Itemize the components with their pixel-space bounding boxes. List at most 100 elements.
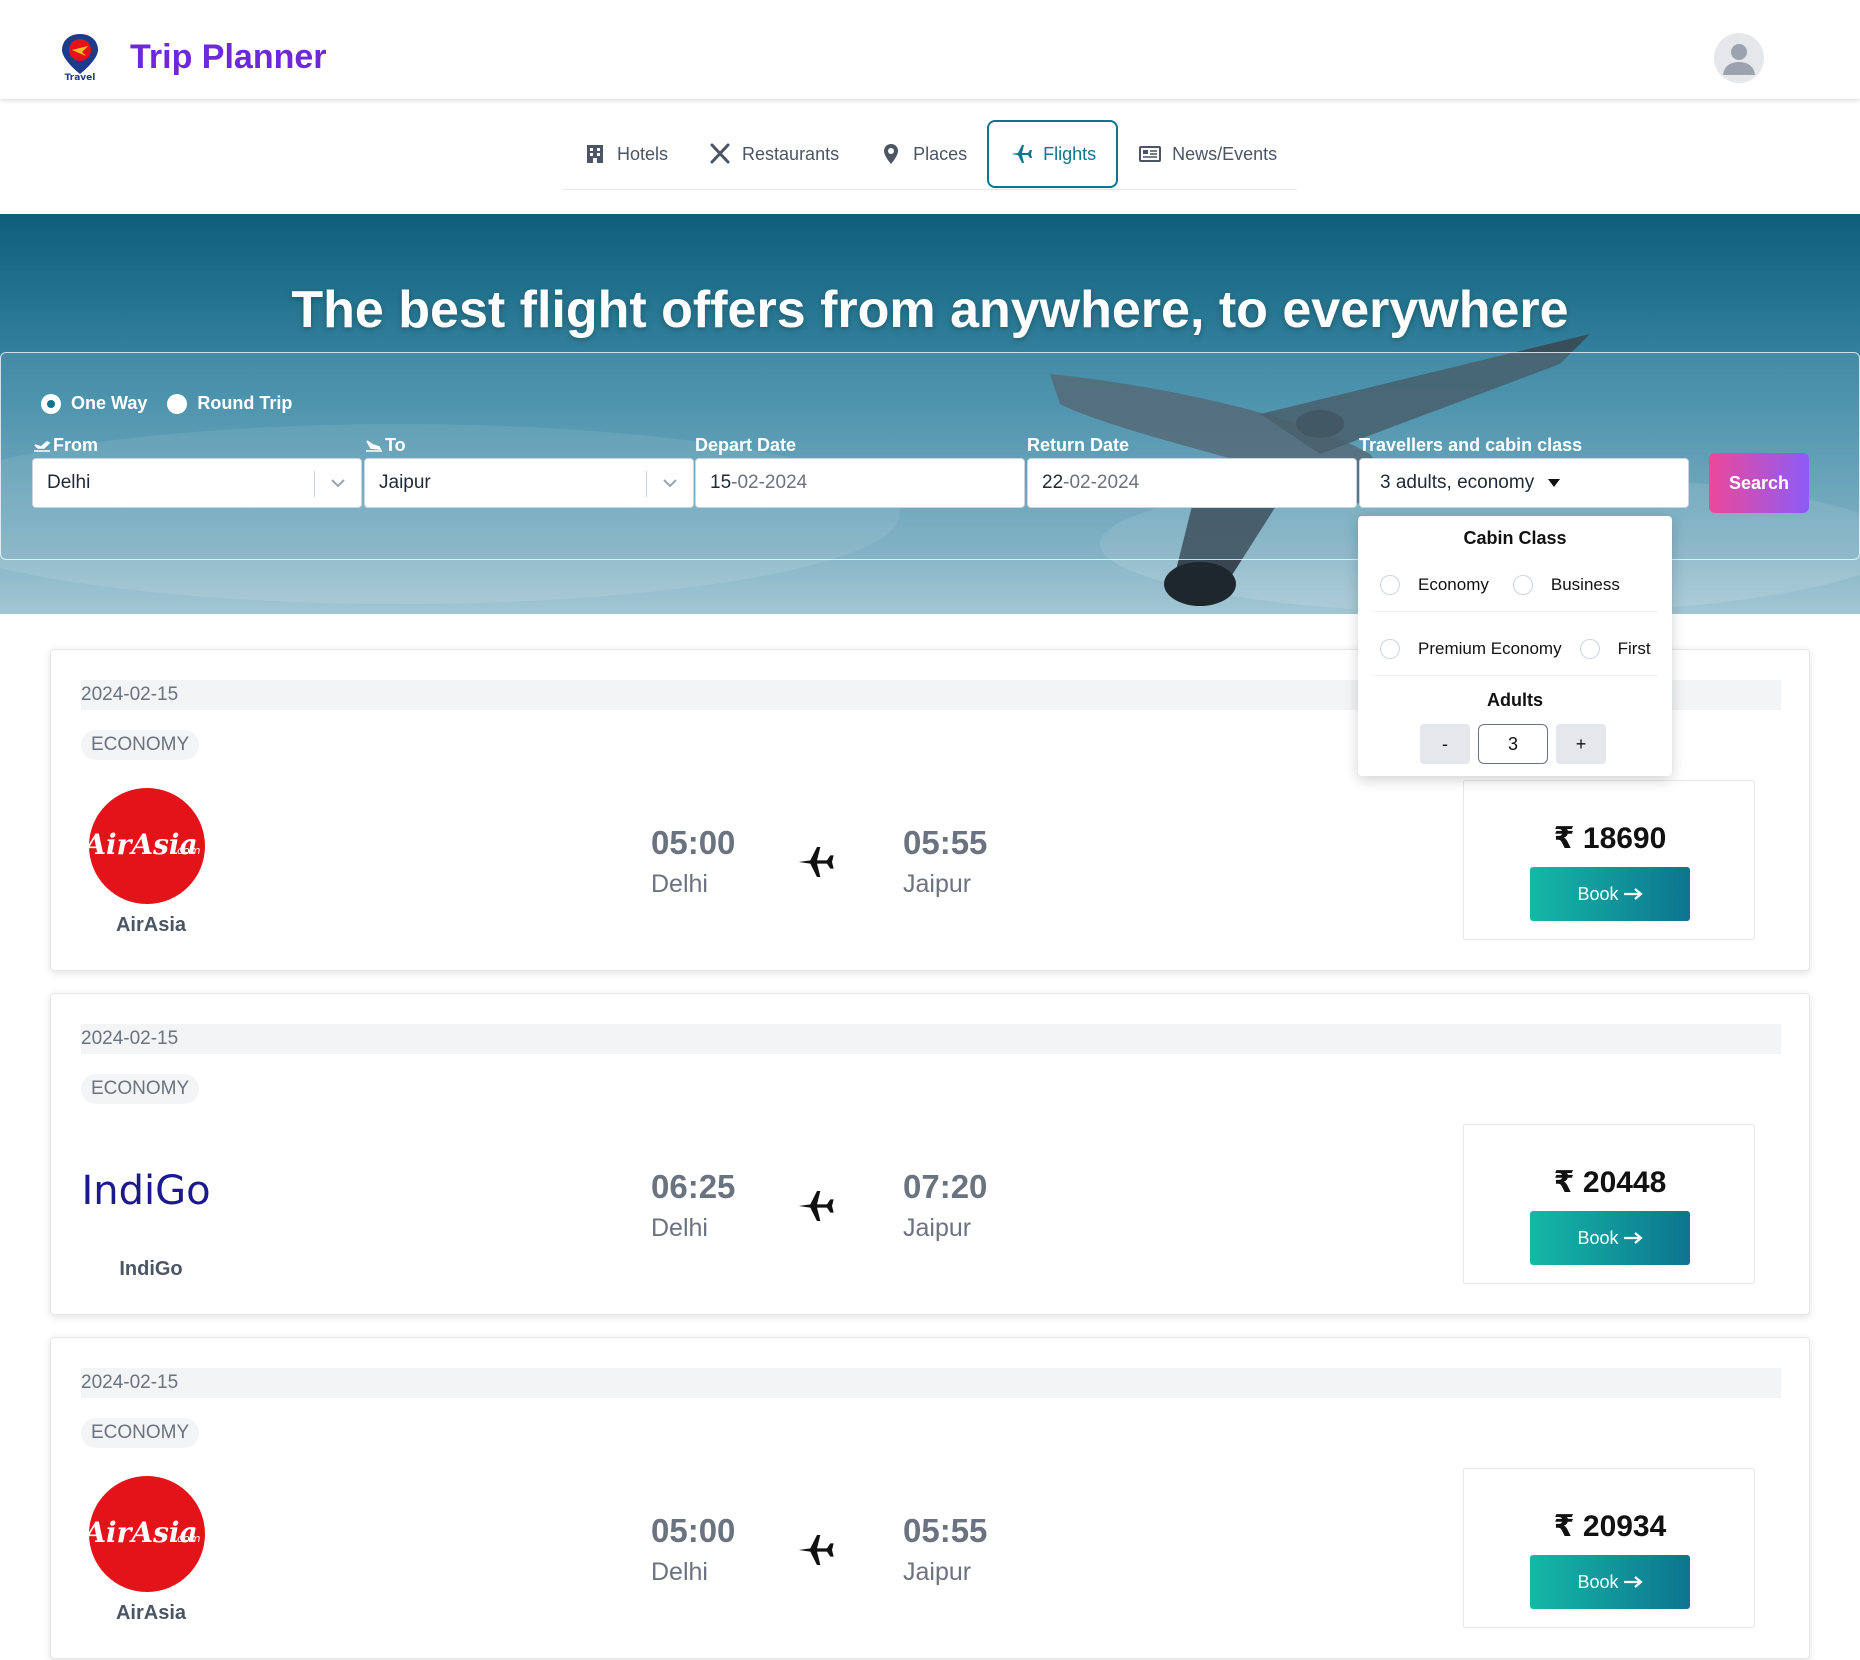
to-label-text: To [385, 435, 406, 455]
flight-result-card: 2024-02-15 ECONOMY IndiGo IndiGo 06:25 D… [50, 993, 1810, 1315]
plane-icon [798, 1535, 834, 1565]
adults-count-input[interactable]: 3 [1478, 724, 1548, 764]
cabin-class-badge: ECONOMY [81, 1418, 200, 1448]
select-separator [314, 471, 315, 497]
tab-restaurants[interactable]: Restaurants [688, 120, 859, 188]
plane-icon [798, 1191, 834, 1221]
tab-label: Places [913, 143, 968, 164]
arrow-right-icon [1623, 1576, 1643, 1588]
arrive-time: 05:55 [903, 824, 988, 861]
tab-flights[interactable]: Flights [987, 120, 1119, 188]
arrow-right-icon [1623, 1232, 1643, 1244]
depart-city: Delhi [651, 1558, 708, 1586]
from-label-text: From [53, 435, 98, 455]
airline-name: IndiGo [119, 1258, 183, 1280]
hero-title: The best flight offers from anywhere, to… [291, 281, 1569, 339]
economy-label[interactable]: Economy [1418, 575, 1489, 595]
premium-economy-label[interactable]: Premium Economy [1418, 639, 1562, 659]
book-label: Book [1577, 883, 1619, 904]
price-box: ₹ 20448 Book [1463, 1124, 1755, 1284]
economy-radio[interactable] [1380, 574, 1400, 595]
cabin-class-badge: ECONOMY [81, 730, 200, 760]
depart-time: 05:00 [651, 824, 736, 861]
book-button[interactable]: Book [1530, 867, 1690, 921]
business-radio[interactable] [1512, 574, 1533, 595]
tab-label: Flights [1043, 143, 1097, 164]
book-label: Book [1577, 1227, 1619, 1248]
trip-type-group: One Way Round Trip [41, 393, 292, 414]
one-way-radio[interactable] [41, 393, 61, 414]
svg-text:.com: .com [174, 1532, 201, 1545]
travellers-label: Travellers and cabin class [1359, 435, 1583, 455]
app-header: Travel Trip Planner [0, 0, 1860, 99]
depart-city: Delhi [651, 1214, 708, 1242]
map-pin-icon [884, 144, 899, 164]
arrive-city: Jaipur [903, 870, 972, 898]
one-way-option[interactable]: One Way [41, 393, 147, 414]
app-logo[interactable]: Travel [58, 32, 102, 83]
tab-places[interactable]: Places [859, 120, 987, 188]
flight-price: ₹ 20448 [1553, 1166, 1667, 1199]
to-value: Jaipur [379, 472, 431, 493]
from-label: From [33, 435, 98, 456]
user-avatar-icon[interactable] [1714, 33, 1764, 83]
airline-name: AirAsia [115, 1602, 187, 1624]
cabin-row: Premium Economy First [1372, 622, 1658, 676]
round-trip-label: Round Trip [197, 393, 293, 413]
airasia-logo-icon: AirAsia .com [89, 788, 205, 904]
round-trip-radio[interactable] [167, 393, 188, 414]
to-label: To [365, 435, 406, 456]
tab-news-events[interactable]: News/Events [1118, 120, 1297, 188]
business-label[interactable]: Business [1551, 575, 1620, 595]
svg-text:IndiGo: IndiGo [81, 1168, 210, 1214]
arrive-city: Jaipur [903, 1558, 972, 1586]
book-label: Book [1577, 1571, 1619, 1592]
takeoff-icon [34, 440, 51, 452]
travellers-select[interactable]: 3 adults, economy [1359, 458, 1689, 508]
airline-name: AirAsia [115, 914, 187, 936]
depart-time: 06:25 [651, 1168, 736, 1205]
cabin-class-title: Cabin Class [1463, 528, 1567, 548]
arrive-time: 07:20 [903, 1168, 988, 1205]
tab-hotels[interactable]: Hotels [563, 120, 688, 188]
newspaper-icon [1139, 146, 1162, 162]
return-day: 22 [1042, 472, 1064, 493]
premium-economy-radio[interactable] [1380, 638, 1400, 659]
travellers-value: 3 adults, economy [1380, 472, 1535, 493]
tab-label: Restaurants [742, 143, 840, 164]
select-separator [646, 471, 647, 497]
depart-date-input[interactable]: 15 -02-2024 [695, 458, 1025, 508]
first-label[interactable]: First [1618, 639, 1651, 659]
travellers-dropdown: Cabin Class Economy Business Premium Eco… [1358, 516, 1672, 776]
price-box: ₹ 18690 Book [1463, 780, 1755, 940]
first-radio[interactable] [1579, 638, 1600, 659]
chevron-down-icon[interactable] [661, 474, 679, 492]
depart-day: 15 [710, 472, 732, 493]
plane-icon [1011, 145, 1033, 163]
arrow-right-icon [1623, 888, 1643, 900]
adults-title: Adults [1487, 690, 1543, 710]
arrive-time: 05:55 [903, 1512, 988, 1549]
from-select[interactable]: Delhi [32, 458, 362, 508]
search-button[interactable]: Search [1709, 453, 1809, 513]
decrement-button[interactable]: - [1420, 724, 1470, 764]
chevron-down-icon[interactable] [329, 474, 347, 492]
book-button[interactable]: Book [1530, 1211, 1690, 1265]
indigo-logo-icon: IndiGo [81, 1168, 210, 1214]
depart-date-label: Depart Date [695, 435, 797, 455]
one-way-label: One Way [71, 393, 148, 413]
increment-button[interactable]: + [1556, 724, 1606, 764]
airasia-logo-icon: AirAsia .com [89, 1476, 205, 1592]
flight-date: 2024-02-15 [81, 1024, 1781, 1054]
app-title[interactable]: Trip Planner [130, 38, 327, 77]
flight-price: ₹ 18690 [1553, 822, 1667, 855]
depart-rest: -02-2024 [731, 472, 808, 493]
tab-label: Hotels [617, 143, 669, 164]
round-trip-option[interactable]: Round Trip [167, 393, 292, 414]
svg-text:.com: .com [174, 844, 201, 857]
to-select[interactable]: Jaipur [364, 458, 694, 508]
depart-city: Delhi [651, 870, 708, 898]
book-button[interactable]: Book [1530, 1555, 1690, 1609]
depart-time: 05:00 [651, 1512, 736, 1549]
return-date-input[interactable]: 22 -02-2024 [1027, 458, 1357, 508]
